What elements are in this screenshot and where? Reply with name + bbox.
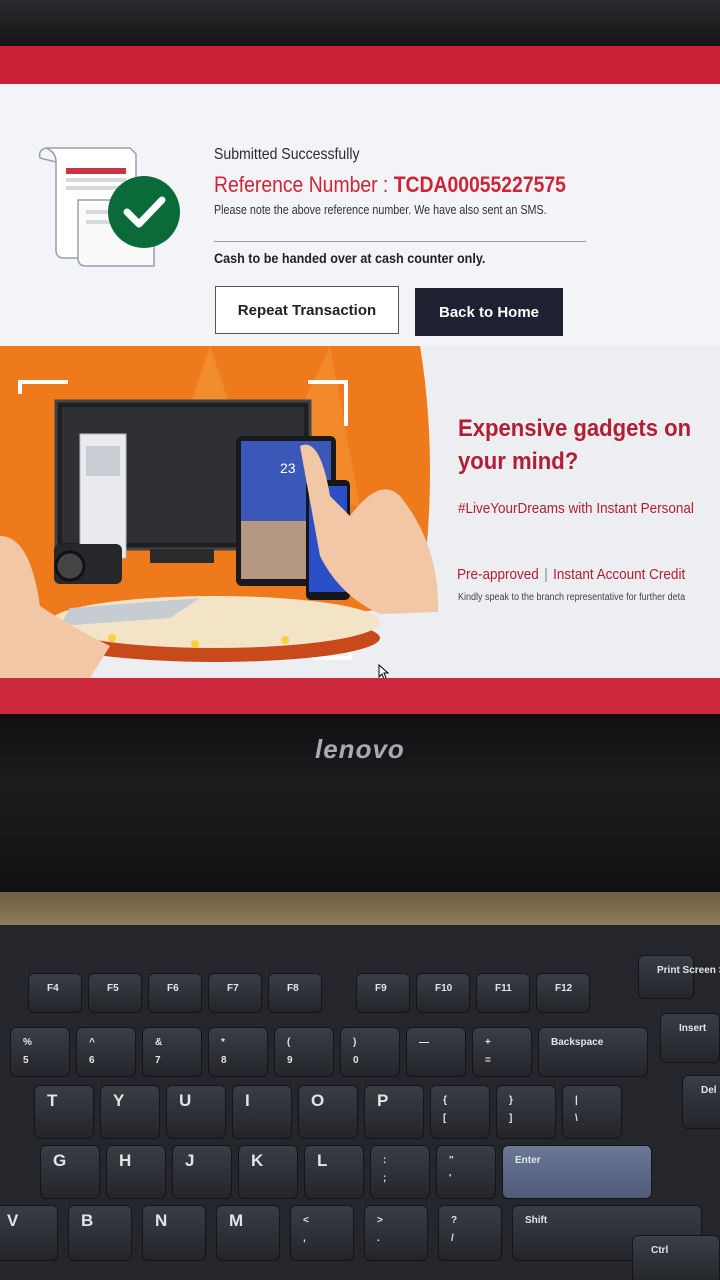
keyboard: F4F5F6F7F8 F9F10F11F12 Print Screen SysRq%… [0,925,720,1280]
cash-counter-note: Cash to be handed over at cash counter o… [214,250,486,266]
instant-credit-label: Instant Account Credit [553,566,686,583]
key-number-7: + = [472,1027,532,1077]
key-f11: F11 [476,973,530,1013]
key-ctrl: Ctrl [632,1235,720,1280]
lenovo-logo: lenovo [315,734,405,764]
key-number-3: * 8 [208,1027,268,1077]
monitor-top-bezel [0,0,720,46]
key-top-6: { [ [430,1085,490,1139]
gadgets-promo-illustration: 23 [0,346,439,678]
promo-headline: Expensive gadgets on your mind? [458,415,692,475]
key-f9: F9 [356,973,410,1013]
key-f7: F7 [208,973,262,1013]
key-bottom-1: B [68,1205,132,1261]
key-f10: F10 [416,973,470,1013]
tablet-clock: 23 [280,460,296,476]
header-bar [0,46,720,84]
key-top-3: I [232,1085,292,1139]
key-home-1: H [106,1145,166,1199]
key-number-2: & 7 [142,1027,202,1077]
key-number-1: ^ 6 [76,1027,136,1077]
key-f6: F6 [148,973,202,1013]
repeat-transaction-button[interactable]: Repeat Transaction [215,286,399,334]
promo-hashtag: #LiveYourDreams with Instant Personal [458,500,694,517]
confirmation-panel: Submitted Successfully Reference Number … [0,84,720,346]
key-number-4: ( 9 [274,1027,334,1077]
key-bottom-4: < , [290,1205,354,1261]
key-print-screen: Print Screen SysRq [638,955,720,999]
key-home-3: K [238,1145,298,1199]
key-top-4: O [298,1085,358,1139]
key-f5: F5 [88,973,142,1013]
key-top-8: | \ [562,1085,622,1139]
divider [214,241,586,242]
back-to-home-button[interactable]: Back to Home [415,288,563,336]
key-top-0: T [34,1085,94,1139]
benefit-separator: | [544,566,548,583]
promo-fine-print: Kindly speak to the branch representativ… [458,592,686,603]
mouse-cursor-icon [378,664,390,678]
key-home-5: : ; [370,1145,430,1199]
footer-bar [0,678,720,714]
key-top-5: P [364,1085,424,1139]
promo-banner[interactable]: 23 Expensive gadgets on your mind? #Live… [0,346,720,678]
reference-number-line: Reference Number : TCDA00055227575 [214,172,566,198]
reference-number-value: TCDA00055227575 [393,172,566,197]
key-f4: F4 [28,973,82,1013]
key-bottom-2: N [142,1205,206,1261]
key-bottom-0: V [0,1205,58,1261]
key-number-6: — [406,1027,466,1077]
key-home-6: " ' [436,1145,496,1199]
key-home-7: Enter [502,1145,652,1199]
key-bottom-6: ? / [438,1205,502,1261]
key-home-0: G [40,1145,100,1199]
key-home-4: L [304,1145,364,1199]
monitor-screen: Submitted Successfully Reference Number … [0,46,720,714]
key-number-0: % 5 [10,1027,70,1077]
submitted-title: Submitted Successfully [214,146,360,163]
reference-note: Please note the above reference number. … [214,203,547,217]
receipt-success-illustration [38,147,180,267]
key-home-2: J [172,1145,232,1199]
promo-benefits: Pre-approved | Instant Account Credit [457,566,685,583]
key-number-8: Backspace [538,1027,648,1077]
key-f8: F8 [268,973,322,1013]
key-number-5: ) 0 [340,1027,400,1077]
key-bottom-3: M [216,1205,280,1261]
key-top-7: } ] [496,1085,556,1139]
key-delete: Del [682,1075,720,1129]
key-bottom-5: > . [364,1205,428,1261]
key-f12: F12 [536,973,590,1013]
key-top-1: Y [100,1085,160,1139]
monitor-bottom-bezel: lenovo [0,714,720,892]
key-insert: Insert [660,1013,720,1063]
key-top-2: U [166,1085,226,1139]
reference-label: Reference Number : [214,172,394,197]
pre-approved-label: Pre-approved [457,566,539,583]
